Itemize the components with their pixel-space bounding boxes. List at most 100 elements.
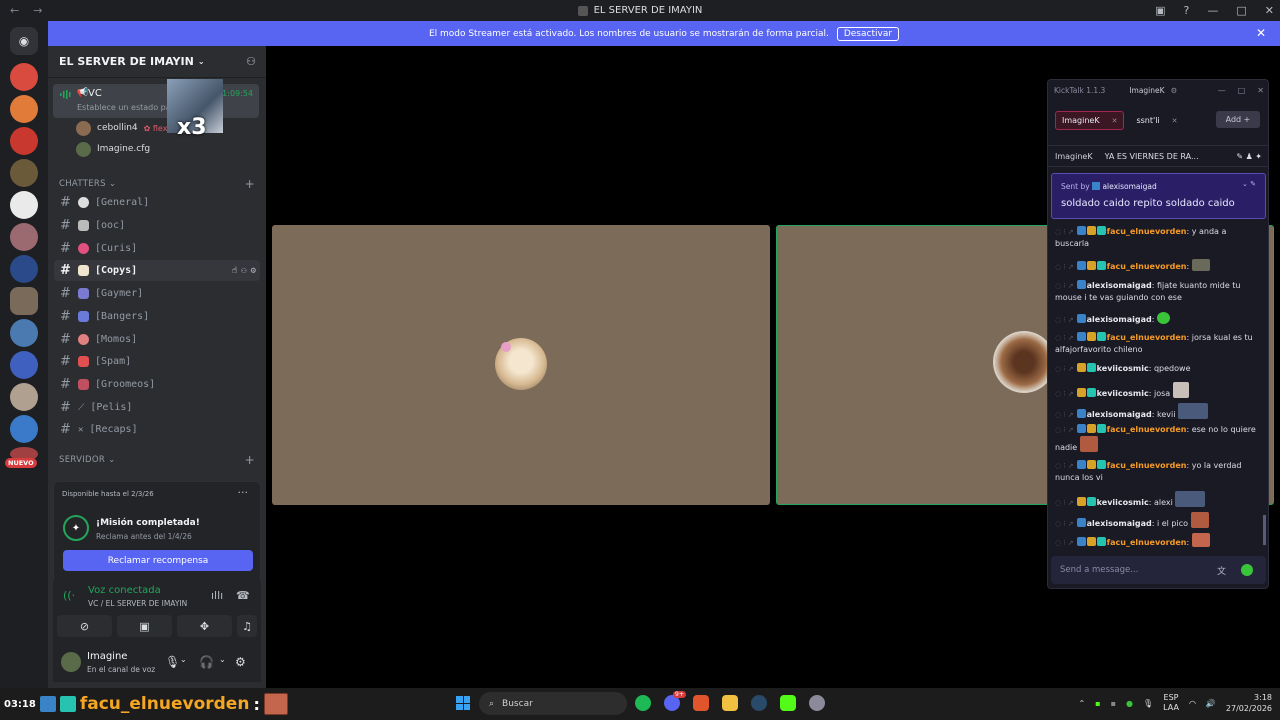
gear-icon[interactable]: ⚙ xyxy=(1171,86,1178,95)
voice-channel-vc[interactable]: 📢 VC Establece un estado para el 1:09:54 xyxy=(53,84,259,118)
taskbar-search[interactable]: ⌕ Buscar xyxy=(479,692,627,715)
forward-arrow-icon[interactable]: → xyxy=(33,4,42,17)
more-options-icon[interactable]: ··· xyxy=(238,486,249,499)
server-icon-1[interactable] xyxy=(10,63,38,91)
close-tab-icon[interactable]: ✕ xyxy=(1172,117,1178,125)
voice-member[interactable]: cebollin4 ✿ flex xyxy=(76,119,167,137)
disable-streamer-button[interactable]: Desactivar xyxy=(836,26,900,41)
noise-suppression-icon[interactable]: ıllı xyxy=(211,589,223,602)
tab-ssntli[interactable]: ssnt'li ✕ xyxy=(1130,111,1183,130)
server-header[interactable]: EL SERVER DE IMAYIN ⌄ ⚇ xyxy=(48,46,266,78)
file-explorer-icon[interactable] xyxy=(722,695,738,711)
brave-icon[interactable] xyxy=(693,695,709,711)
chat-message[interactable]: ◌ ⁝ ↗ keviicosmic: josa xyxy=(1055,382,1260,400)
share-screen-button[interactable]: ▣ xyxy=(117,615,172,637)
channel-general[interactable]: # [General] xyxy=(54,192,260,213)
chat-message[interactable]: ◌ ⁝ ↗ alexisomaigad: kevii xyxy=(1055,403,1260,421)
chat-username[interactable]: keviicosmic xyxy=(1097,498,1149,507)
chat-username[interactable]: facu_elnuevorden xyxy=(1107,538,1187,547)
voice-connected-title[interactable]: Voz conectada xyxy=(88,585,161,596)
app-icon[interactable] xyxy=(809,695,825,711)
server-icon-7[interactable] xyxy=(10,255,38,283)
inbox-icon[interactable]: ▣ xyxy=(1155,4,1165,17)
chat-username[interactable]: keviicosmic xyxy=(1097,389,1149,398)
mod-icons[interactable]: ◌ ⁝ ↗ xyxy=(1055,282,1074,290)
server-icon-11[interactable] xyxy=(10,415,38,443)
channel-curis[interactable]: # [Curis] xyxy=(54,238,260,259)
expand-icons[interactable]: ⌄ ✎ xyxy=(1242,180,1256,188)
mod-icons[interactable]: ◌ ⁝ ↗ xyxy=(1055,334,1074,342)
maximize-button[interactable]: □ xyxy=(1238,86,1246,95)
channel-momos[interactable]: # [Momos] xyxy=(54,329,260,350)
headphones-icon[interactable]: 🎧 xyxy=(199,655,214,669)
chat-message[interactable]: ◌ ⁝ ↗ facu_elnuevorden: xyxy=(1055,259,1260,273)
voice-member[interactable]: Imagine.cfg xyxy=(76,140,150,158)
chevron-down-icon[interactable]: ⌄ xyxy=(180,655,187,664)
emote-picker-icon[interactable] xyxy=(1241,564,1253,576)
mod-icons[interactable]: ◌ ⁝ ↗ xyxy=(1055,411,1074,419)
chat-scrollbar[interactable] xyxy=(1263,515,1266,545)
add-chat-button[interactable]: Add + xyxy=(1216,111,1260,128)
back-arrow-icon[interactable]: ← xyxy=(10,4,19,17)
mod-icons[interactable]: ◌ ⁝ ↗ xyxy=(1055,228,1074,236)
windows-start-icon[interactable] xyxy=(456,696,470,710)
volume-icon[interactable]: 🔊 xyxy=(1206,699,1216,708)
invite-icon[interactable]: ⚇ xyxy=(241,266,246,276)
claim-reward-button[interactable]: Reclamar recompensa xyxy=(63,550,253,571)
voice-connected-subtitle[interactable]: VC / EL SERVER DE IMAYIN xyxy=(88,599,187,608)
chat-username[interactable]: alexisomaigad xyxy=(1087,410,1152,419)
server-icon-9[interactable] xyxy=(10,351,38,379)
server-icon-3[interactable] xyxy=(10,127,38,155)
server-icon-10[interactable] xyxy=(10,383,38,411)
add-channel-icon[interactable]: + xyxy=(245,177,255,191)
channel-ooc[interactable]: # [ooc] xyxy=(54,215,260,236)
server-icon-4[interactable] xyxy=(10,159,38,187)
add-channel-icon[interactable]: + xyxy=(245,453,255,467)
chat-username[interactable]: facu_elnuevorden xyxy=(1107,227,1187,236)
chat-message[interactable]: ◌ ⁝ ↗ alexisomaigad: i el pico xyxy=(1055,512,1260,530)
chat-message[interactable]: ◌ ⁝ ↗ alexisomaigad: fijate kuanto mide t… xyxy=(1055,280,1260,304)
tray-status-icon[interactable]: ● xyxy=(1126,699,1133,708)
channel-copys[interactable]: # [Copys] ☝ ⚇ ⚙ xyxy=(54,260,260,281)
chat-message[interactable]: ◌ ⁝ ↗ keviicosmic: qpedowe xyxy=(1055,363,1260,375)
gear-icon[interactable]: ⚙ xyxy=(251,266,256,276)
chevron-down-icon[interactable]: ⌄ xyxy=(219,655,226,664)
channel-bangers[interactable]: # [Bangers] xyxy=(54,306,260,327)
mod-icons[interactable]: ◌ ⁝ ↗ xyxy=(1055,499,1074,507)
chat-message[interactable]: ◌ ⁝ ↗ facu_elnuevorden: y anda a buscarla xyxy=(1055,226,1260,250)
mod-icons[interactable]: ◌ ⁝ ↗ xyxy=(1055,263,1074,271)
wifi-icon[interactable]: ◠ xyxy=(1189,699,1196,708)
close-tab-icon[interactable]: ✕ xyxy=(1112,117,1118,125)
activities-button[interactable]: ✥ xyxy=(177,615,232,637)
minimize-button[interactable]: — xyxy=(1207,4,1218,17)
kick-tray-icon[interactable]: ▪ xyxy=(1095,699,1100,708)
category-chatters[interactable]: CHATTERS ⌄ + xyxy=(59,177,255,191)
disconnect-icon[interactable]: ☎ xyxy=(236,589,250,602)
server-icon-6[interactable] xyxy=(10,223,38,251)
spotify-icon[interactable] xyxy=(635,695,651,711)
mod-icons[interactable]: ◌ ⁝ ↗ xyxy=(1055,390,1074,398)
server-icon-8[interactable] xyxy=(10,319,38,347)
mod-icons[interactable]: ◌ ⁝ ↗ xyxy=(1055,539,1074,547)
mod-icons[interactable]: ◌ ⁝ ↗ xyxy=(1055,365,1074,373)
clock-date[interactable]: 3:18 27/02/2026 xyxy=(1226,692,1272,714)
language-indicator[interactable]: ESP LAA xyxy=(1163,693,1179,713)
close-button[interactable]: ✕ xyxy=(1257,86,1264,95)
pin-icons[interactable]: ✎ ♟ ✦ xyxy=(1236,152,1262,161)
chat-username[interactable]: keviicosmic xyxy=(1097,364,1149,373)
steam-icon[interactable] xyxy=(751,695,767,711)
participant-tile[interactable] xyxy=(272,225,770,505)
chat-message[interactable]: ◌ ⁝ ↗ keviicosmic: alexi xyxy=(1055,491,1260,509)
close-icon[interactable]: ✕ xyxy=(1256,26,1266,40)
mod-icons[interactable]: ◌ ⁝ ↗ xyxy=(1055,426,1074,434)
camera-off-button[interactable]: ⊘ xyxy=(57,615,112,637)
stream-preview-thumbnail[interactable]: x3 xyxy=(167,79,223,140)
soundboard-button[interactable]: ♫ xyxy=(237,615,257,637)
chat-input[interactable]: Send a message... 文 xyxy=(1051,556,1266,584)
help-icon[interactable]: ? xyxy=(1184,4,1190,17)
chat-message[interactable]: ◌ ⁝ ↗ facu_elnuevorden: xyxy=(1055,533,1260,549)
channel-gaymer[interactable]: # [Gaymer] xyxy=(54,283,260,304)
maximize-button[interactable]: □ xyxy=(1236,4,1246,17)
chat-username[interactable]: facu_elnuevorden xyxy=(1107,333,1187,342)
gear-icon[interactable]: ⚙ xyxy=(235,655,246,669)
